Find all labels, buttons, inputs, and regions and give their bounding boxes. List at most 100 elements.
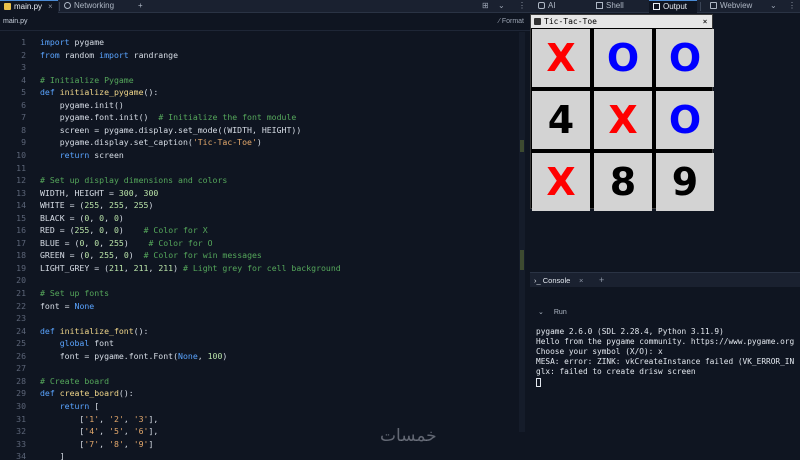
scrollbar-marker	[520, 140, 524, 152]
line-number: 3	[21, 62, 26, 73]
board-cell[interactable]: O	[656, 29, 714, 87]
code-token: return	[59, 400, 90, 411]
code-text: GREEN = (0, 255, 0) # Color for win mess…	[40, 249, 262, 262]
game-board[interactable]: XOO4XOX89	[531, 28, 714, 211]
code-token: '6'	[133, 426, 149, 437]
code-text: ['1', '2', '3'],	[40, 413, 158, 426]
board-cell[interactable]: O	[656, 91, 714, 149]
code-token: 255	[84, 200, 100, 211]
game-window[interactable]: Tic-Tac-Toe × XOO4XOX89	[530, 14, 714, 211]
output-panel-background	[530, 209, 800, 271]
code-token: # Initialize the font module	[158, 112, 297, 123]
code-token: '3'	[133, 413, 149, 424]
tab-shell[interactable]: Shell	[592, 0, 636, 13]
line-number: 31	[16, 413, 26, 424]
board-cell[interactable]: X	[532, 29, 590, 87]
tab-networking[interactable]: Networking	[60, 0, 132, 13]
chevron-down-icon: ⌄	[538, 309, 544, 316]
code-token: ,	[197, 350, 208, 361]
line-number: 34	[16, 451, 26, 460]
code-token: 255	[74, 225, 90, 236]
code-token: # Color for win messages	[143, 250, 262, 261]
game-titlebar[interactable]: Tic-Tac-Toe ×	[531, 15, 712, 28]
close-console-icon[interactable]: ×	[579, 276, 583, 285]
console-output[interactable]: ⌄ Run pygame 2.6.0 (SDL 2.28.4, Python 3.…	[530, 287, 800, 460]
close-tab-icon[interactable]: ×	[48, 2, 53, 11]
code-text: # Set up display dimensions and colors	[40, 174, 227, 187]
split-view-icon[interactable]: ⊞	[478, 0, 490, 13]
chevron-down-icon[interactable]: ⌄	[766, 0, 778, 13]
code-text: return [	[40, 400, 99, 413]
code-text: def create_board():	[40, 387, 134, 400]
code-text: import pygame	[40, 36, 104, 49]
line-number: 30	[16, 400, 26, 411]
code-token: LIGHT_GREY = (	[40, 262, 110, 273]
run-row[interactable]: ⌄ Run	[538, 308, 567, 316]
console-cursor[interactable]	[536, 378, 541, 387]
tab-ai-label: AI	[548, 1, 556, 10]
chevron-down-icon[interactable]: ⌄	[494, 0, 506, 13]
code-token: )	[256, 137, 262, 148]
code-token: '1'	[84, 413, 100, 424]
code-token: None	[74, 300, 95, 311]
line-number: 12	[16, 175, 26, 186]
code-text: BLACK = (0, 0, 0)	[40, 212, 124, 225]
code-text: pygame.font.init() # Initialize the font…	[40, 111, 297, 124]
tab-main-py[interactable]: main.py ×	[0, 0, 58, 13]
code-token: ,	[99, 413, 110, 424]
line-number: 2	[21, 49, 26, 60]
format-button[interactable]: ⁄ Format	[499, 18, 524, 25]
code-token: # Set up fonts	[40, 288, 110, 298]
code-token: ,	[148, 262, 159, 273]
code-token: import	[99, 49, 129, 60]
editor-scrollbar[interactable]	[519, 32, 525, 432]
code-token: def	[40, 388, 55, 399]
code-token: pygame.display.set_caption(	[40, 137, 193, 148]
close-window-button[interactable]: ×	[701, 15, 709, 28]
tab-ai[interactable]: AI	[534, 0, 570, 13]
line-number: 32	[16, 426, 26, 437]
shell-icon	[596, 2, 603, 9]
more-options-icon[interactable]: ⋮	[784, 0, 796, 13]
code-token: )	[118, 225, 144, 236]
tab-output[interactable]: Output	[649, 0, 697, 13]
code-token: # Set up display dimensions and colors	[40, 175, 228, 186]
board-cell[interactable]: 9	[656, 153, 714, 211]
code-token: ,	[123, 262, 134, 273]
tab-console[interactable]: ›_ Console	[534, 276, 570, 285]
board-cell[interactable]: 8	[594, 153, 652, 211]
code-token: ,	[123, 200, 134, 211]
board-cell[interactable]: X	[532, 153, 590, 211]
board-cell[interactable]: O	[594, 29, 652, 87]
console-line: MESA: error: ZINK: vkCreateInstance fail…	[536, 357, 795, 366]
line-number: 23	[16, 313, 26, 324]
code-token: WHITE = (	[40, 200, 85, 211]
tab-console-label: Console	[542, 276, 571, 285]
code-text: def initialize_font():	[40, 325, 148, 338]
code-token: ,	[89, 212, 100, 223]
code-token: '4'	[84, 426, 100, 437]
code-token: 211	[133, 262, 149, 273]
code-editor[interactable]: 1 import pygame 2 from random import randra…	[0, 32, 520, 460]
add-console-button[interactable]: +	[599, 275, 604, 285]
code-token: pygame.font.init()	[40, 112, 159, 123]
line-number: 15	[16, 212, 26, 223]
console-line: pygame 2.6.0 (SDL 2.28.4, Python 3.11.9)	[536, 327, 724, 336]
code-token: initialize_font	[54, 325, 134, 336]
code-token: create_board	[54, 388, 119, 399]
code-token: )	[123, 237, 149, 248]
add-tab-button[interactable]: +	[134, 0, 146, 13]
code-token: )	[173, 262, 183, 273]
code-token: [	[40, 413, 85, 424]
code-token: )	[128, 250, 144, 261]
board-cell[interactable]: X	[594, 91, 652, 149]
board-cell[interactable]: 4	[532, 91, 590, 149]
watermark-logo: خمسات	[380, 426, 437, 446]
more-options-icon[interactable]: ⋮	[514, 0, 526, 13]
code-token: ,	[123, 413, 134, 424]
tab-webview[interactable]: Webview	[706, 0, 762, 13]
line-number: 14	[16, 200, 26, 211]
line-number: 19	[16, 262, 26, 273]
